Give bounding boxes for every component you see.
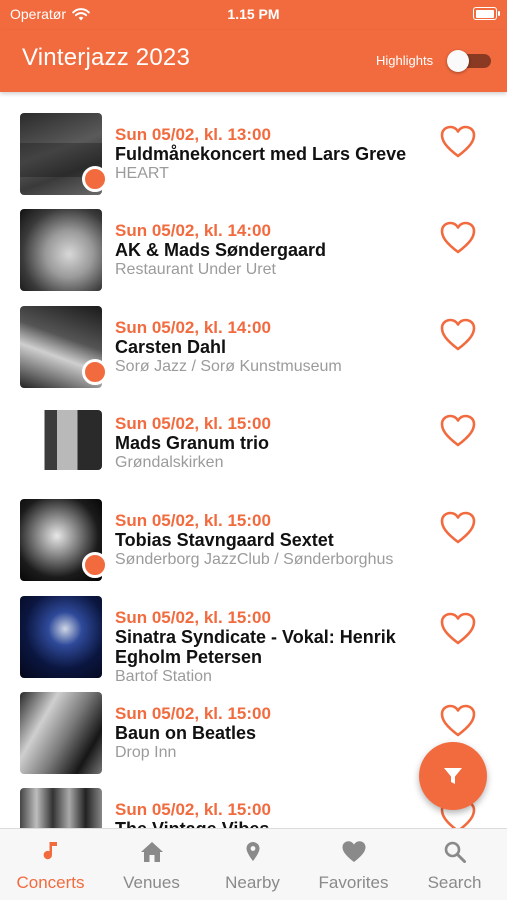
search-icon bbox=[442, 839, 468, 865]
concert-title: Baun on Beatles bbox=[115, 723, 257, 743]
status-time: 1.15 PM bbox=[227, 6, 280, 22]
highlight-badge bbox=[82, 552, 108, 578]
concert-title: Tobias Stavngaard Sextet bbox=[115, 530, 334, 550]
favorite-button[interactable] bbox=[440, 511, 476, 545]
favorite-button[interactable] bbox=[440, 125, 476, 159]
concert-title: Carsten Dahl bbox=[115, 337, 227, 357]
app-bar: Vinterjazz 2023 Highlights bbox=[0, 30, 507, 92]
highlights-toggle[interactable] bbox=[447, 50, 491, 72]
home-icon bbox=[139, 839, 165, 865]
location-pin-icon bbox=[240, 839, 266, 865]
concert-venue: Restaurant Under Uret bbox=[115, 261, 276, 278]
heart-outline-icon bbox=[440, 318, 476, 351]
concert-time: Sun 05/02, kl. 15:00 bbox=[115, 704, 271, 723]
tab-label: Venues bbox=[123, 873, 180, 892]
tab-label: Search bbox=[427, 873, 482, 892]
favorite-button[interactable] bbox=[440, 414, 476, 448]
heart-outline-icon bbox=[440, 221, 476, 254]
concert-thumbnail bbox=[20, 209, 102, 291]
battery-icon bbox=[473, 7, 500, 20]
music-note-icon bbox=[38, 839, 64, 865]
heart-outline-icon bbox=[440, 612, 476, 645]
toggle-thumb bbox=[447, 50, 469, 72]
concert-time: Sun 05/02, kl. 14:00 bbox=[115, 221, 271, 240]
tab-bar: Concerts Venues Nearby Favorites Search bbox=[0, 828, 507, 900]
concert-title: Mads Granum trio bbox=[115, 433, 270, 453]
concert-thumbnail bbox=[20, 788, 102, 828]
concert-list[interactable]: Sun 05/02, kl. 13:00 Fuldmånekoncert med… bbox=[0, 92, 507, 828]
tab-concerts[interactable]: Concerts bbox=[0, 829, 101, 900]
favorite-button[interactable] bbox=[440, 221, 476, 255]
concert-title: The Vintage Vibes bbox=[115, 819, 435, 828]
highlights-label: Highlights bbox=[376, 53, 434, 68]
concert-item[interactable]: Sun 05/02, kl. 15:00 Tobias Stavngaard S… bbox=[0, 489, 507, 585]
concert-venue: Grøndalskirken bbox=[115, 454, 224, 471]
concert-venue: HEART bbox=[115, 165, 169, 182]
concert-item[interactable]: Sun 05/02, kl. 14:00 Carsten Dahl Sorø J… bbox=[0, 296, 507, 392]
concert-time: Sun 05/02, kl. 15:00 bbox=[115, 608, 271, 627]
concert-title: AK & Mads Søndergaard bbox=[115, 240, 327, 260]
app-title: Vinterjazz 2023 bbox=[22, 44, 190, 71]
filter-icon bbox=[444, 768, 462, 784]
tab-search[interactable]: Search bbox=[404, 829, 505, 900]
concert-item[interactable]: Sun 05/02, kl. 14:00 AK & Mads Søndergaa… bbox=[0, 199, 507, 295]
status-bar: Operatør 1.15 PM bbox=[0, 0, 507, 30]
tab-label: Nearby bbox=[225, 873, 280, 892]
favorite-button[interactable] bbox=[440, 704, 476, 738]
favorite-button[interactable] bbox=[440, 612, 476, 646]
heart-outline-icon bbox=[440, 704, 476, 737]
tab-favorites[interactable]: Favorites bbox=[303, 829, 404, 900]
concert-venue: Drop Inn bbox=[115, 744, 177, 761]
tab-venues[interactable]: Venues bbox=[101, 829, 202, 900]
concert-thumbnail bbox=[20, 692, 102, 774]
heart-outline-icon bbox=[440, 414, 476, 447]
filter-button[interactable] bbox=[419, 742, 487, 810]
concert-venue: Sønderborg JazzClub / Sønderborghus bbox=[115, 551, 394, 568]
tab-nearby[interactable]: Nearby bbox=[202, 829, 303, 900]
highlight-badge bbox=[82, 359, 108, 385]
concert-time: Sun 05/02, kl. 15:00 bbox=[115, 800, 271, 819]
concert-item[interactable]: Sun 05/02, kl. 15:00 Sinatra Syndicate -… bbox=[0, 586, 507, 685]
concert-time: Sun 05/02, kl. 13:00 bbox=[115, 125, 271, 144]
concert-thumbnail bbox=[20, 410, 102, 470]
tab-label: Concerts bbox=[16, 873, 85, 892]
concert-title: Fuldmånekoncert med Lars Greve bbox=[115, 144, 407, 164]
concert-venue: Sorø Jazz / Sorø Kunstmuseum bbox=[115, 358, 342, 375]
concert-time: Sun 05/02, kl. 14:00 bbox=[115, 318, 271, 337]
highlight-badge bbox=[82, 166, 108, 192]
concert-thumbnail bbox=[20, 596, 102, 678]
tab-label: Favorites bbox=[318, 873, 389, 892]
heart-icon bbox=[341, 839, 367, 865]
heart-outline-icon bbox=[440, 125, 476, 158]
concert-title: Sinatra Syndicate - Vokal: Henrik Egholm… bbox=[115, 627, 396, 667]
favorite-button[interactable] bbox=[440, 318, 476, 352]
concert-item[interactable]: Sun 05/02, kl. 13:00 Fuldmånekoncert med… bbox=[0, 103, 507, 199]
concert-time: Sun 05/02, kl. 15:00 bbox=[115, 511, 271, 530]
concert-time: Sun 05/02, kl. 15:00 bbox=[115, 414, 271, 433]
heart-outline-icon bbox=[440, 511, 476, 544]
concert-item[interactable]: Sun 05/02, kl. 15:00 Mads Granum trio Gr… bbox=[0, 392, 507, 488]
